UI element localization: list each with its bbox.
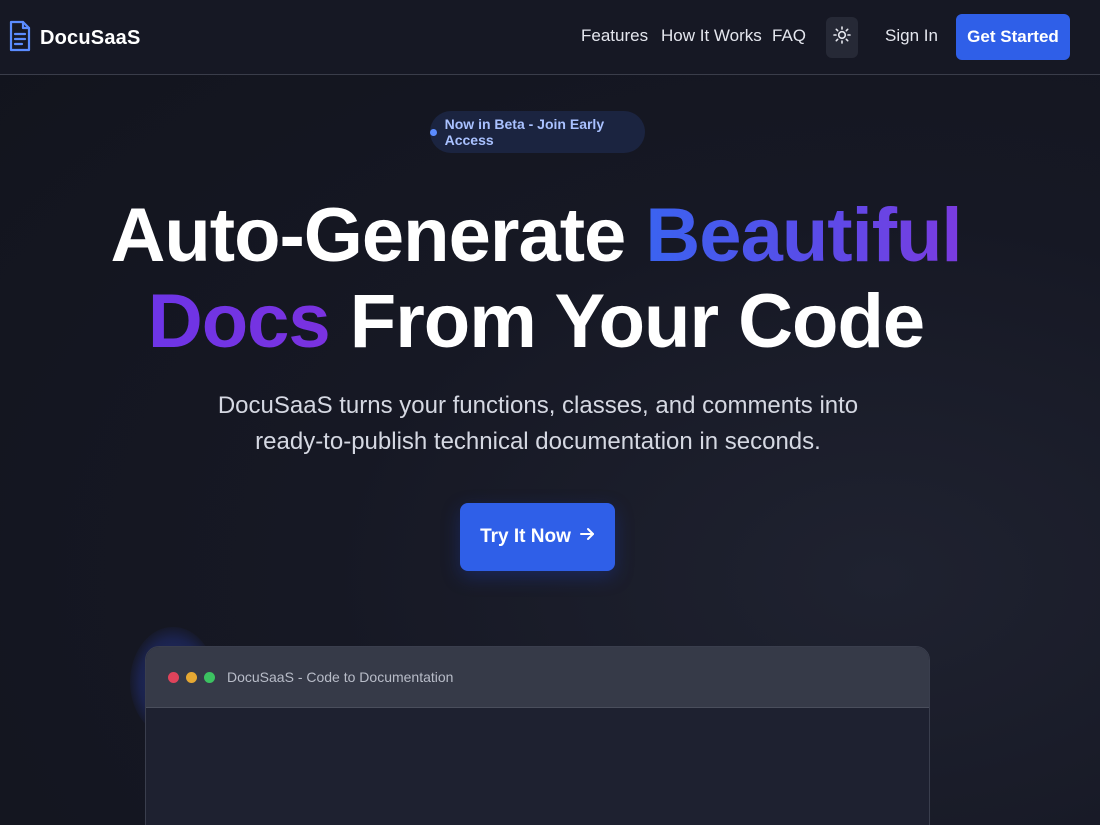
beta-badge[interactable]: Now in Beta - Join Early Access: [430, 111, 645, 153]
hero-title-plain-2: From Your Code: [329, 279, 925, 364]
window-title: DocuSaaS - Code to Documentation: [227, 669, 454, 685]
window-minimize-dot: [186, 671, 197, 683]
brand-logo-link[interactable]: DocuSaaS: [8, 20, 141, 56]
arrow-right-icon: [579, 526, 595, 548]
hero-title-accent-1: Beautiful: [645, 193, 962, 278]
beta-badge-label: Now in Beta - Join Early Access: [444, 116, 605, 148]
window-maximize-dot: [204, 671, 215, 683]
app-preview-window: DocuSaaS - Code to Documentation: [145, 646, 930, 825]
nav-link-faq[interactable]: FAQ: [772, 26, 806, 46]
status-dot: [430, 128, 437, 136]
try-it-now-label: Try It Now: [480, 526, 571, 547]
nav-link-how-it-works[interactable]: How It Works: [661, 26, 762, 46]
hero-title-plain-1: Auto-Generate: [110, 193, 646, 278]
sun-icon: [833, 26, 851, 49]
hero-title-line-2: Docs From Your Code: [0, 280, 1086, 364]
try-it-now-button[interactable]: Try It Now: [460, 503, 615, 571]
hero-subtitle: DocuSaaS turns your functions, classes, …: [217, 392, 859, 455]
window-title-bar: DocuSaaS - Code to Documentation: [146, 647, 929, 708]
hero-title-accent-2: Docs: [147, 279, 331, 364]
hero-title-line-1: Auto-Generate Beautiful: [0, 194, 1086, 278]
sign-in-link[interactable]: Sign In: [885, 26, 938, 46]
window-close-dot: [168, 671, 179, 683]
top-navbar: DocuSaaS Features How It Works FAQ Sign …: [0, 0, 1100, 75]
nav-link-features[interactable]: Features: [581, 26, 648, 46]
brand-name: DocuSaaS: [40, 26, 141, 49]
get-started-button[interactable]: Get Started: [956, 14, 1070, 60]
landing-page: DocuSaaS Features How It Works FAQ Sign …: [0, 0, 1100, 825]
document-icon: [8, 19, 32, 58]
theme-toggle-button[interactable]: [826, 17, 858, 58]
